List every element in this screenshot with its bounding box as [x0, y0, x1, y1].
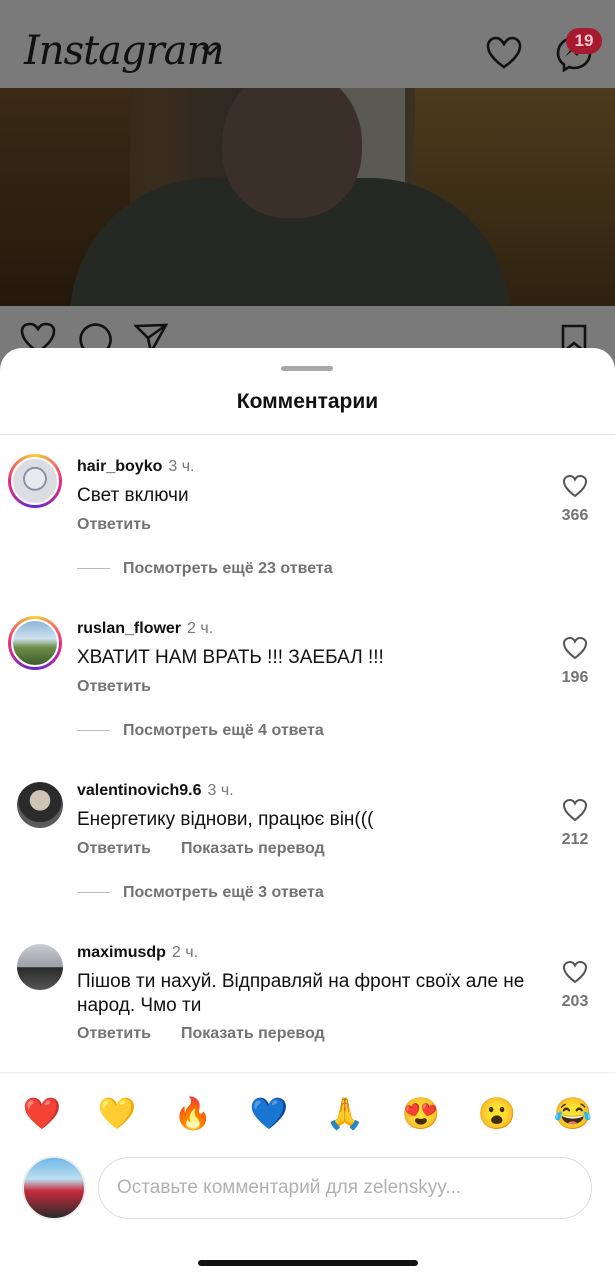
comment-time: 2 ч. — [187, 620, 214, 637]
divider — [0, 434, 615, 435]
heart-eyes-emoji[interactable]: 😍 — [401, 1094, 441, 1134]
replies-line — [77, 892, 110, 894]
reply-button[interactable]: Ответить — [77, 840, 151, 858]
comment-text: ХВАТИТ НАМ ВРАТЬ !!! ЗАЕБАЛ !!! — [77, 647, 384, 668]
comment-text: Пішов ти нахуй. Відправляй на фронт свої… — [77, 971, 525, 1016]
chevron-down-icon[interactable] — [200, 44, 220, 58]
quick-reactions-bar: ❤️ 💛 🔥 💙 🙏 😍 😮 😂 — [0, 1094, 615, 1134]
comment-username[interactable]: hair_boyko 3 ч. — [77, 458, 194, 476]
view-more-replies[interactable]: Посмотреть ещё 4 ответа — [77, 722, 477, 740]
comment-time: 3 ч. — [207, 782, 234, 799]
sheet-grab-handle[interactable] — [281, 366, 333, 371]
avatar[interactable] — [8, 616, 62, 670]
comment-username[interactable]: valentinovich9.6 3 ч. — [77, 782, 234, 800]
reply-button[interactable]: Ответить — [77, 516, 151, 534]
replies-line — [77, 568, 110, 570]
blue-heart-emoji[interactable]: 💙 — [249, 1094, 289, 1134]
view-more-replies[interactable]: Посмотреть ещё 3 ответа — [77, 884, 477, 902]
comments-sheet: Комментарии hair_boyko 3 ч. Свет включи О… — [0, 348, 615, 1280]
post-video[interactable] — [0, 88, 615, 306]
like-count: 196 — [561, 669, 589, 686]
view-more-replies[interactable]: Посмотреть ещё 23 ответа — [77, 560, 477, 578]
red-heart-emoji[interactable]: ❤️ — [22, 1094, 62, 1134]
home-indicator[interactable] — [198, 1260, 418, 1266]
like-count: 366 — [561, 507, 589, 524]
show-translation-button[interactable]: Показать перевод — [181, 840, 325, 858]
yellow-heart-emoji[interactable]: 💛 — [97, 1094, 137, 1134]
divider — [0, 1072, 615, 1073]
comment-username[interactable]: ruslan_flower 2 ч. — [77, 620, 213, 638]
like-count: 203 — [561, 993, 589, 1010]
comment-input[interactable] — [99, 1158, 595, 1218]
comment-time: 2 ч. — [171, 944, 199, 961]
avatar[interactable] — [8, 454, 62, 508]
laughing-emoji[interactable]: 😂 — [553, 1094, 593, 1134]
comment-text: Енергетику віднови, працює він((( — [77, 809, 374, 830]
avatar[interactable] — [17, 944, 63, 990]
video-person-head — [222, 88, 362, 218]
comment-text: Свет включи — [77, 485, 189, 506]
show-translation-button[interactable]: Показать перевод — [181, 1025, 325, 1043]
like-count: 212 — [561, 831, 589, 848]
comment-time: 3 ч. — [168, 458, 195, 475]
surprised-emoji[interactable]: 😮 — [477, 1094, 517, 1134]
reply-button[interactable]: Ответить — [77, 678, 151, 696]
heart-icon[interactable] — [562, 636, 588, 660]
sheet-title: Комментарии — [236, 390, 379, 413]
notifications-heart-icon[interactable] — [486, 36, 522, 70]
reply-button[interactable]: Ответить — [77, 1025, 151, 1043]
messages-count-badge: 19 — [566, 28, 602, 54]
comment-username[interactable]: maximusdp 2 ч. — [77, 944, 198, 962]
comment-like[interactable]: 212 — [545, 798, 605, 849]
heart-icon[interactable] — [562, 960, 588, 984]
avatar[interactable] — [17, 782, 63, 828]
replies-line — [77, 730, 110, 732]
current-user-avatar[interactable] — [22, 1156, 86, 1220]
instagram-logo[interactable]: Instagram — [24, 28, 225, 74]
comment-input-box[interactable] — [98, 1157, 595, 1219]
folded-hands-emoji[interactable]: 🙏 — [325, 1094, 365, 1134]
comment-like[interactable]: 366 — [545, 474, 605, 525]
heart-icon[interactable] — [562, 798, 588, 822]
comment-like[interactable]: 203 — [545, 960, 605, 1011]
fire-emoji[interactable]: 🔥 — [173, 1094, 213, 1134]
heart-icon[interactable] — [562, 474, 588, 498]
comment-like[interactable]: 196 — [545, 636, 605, 687]
